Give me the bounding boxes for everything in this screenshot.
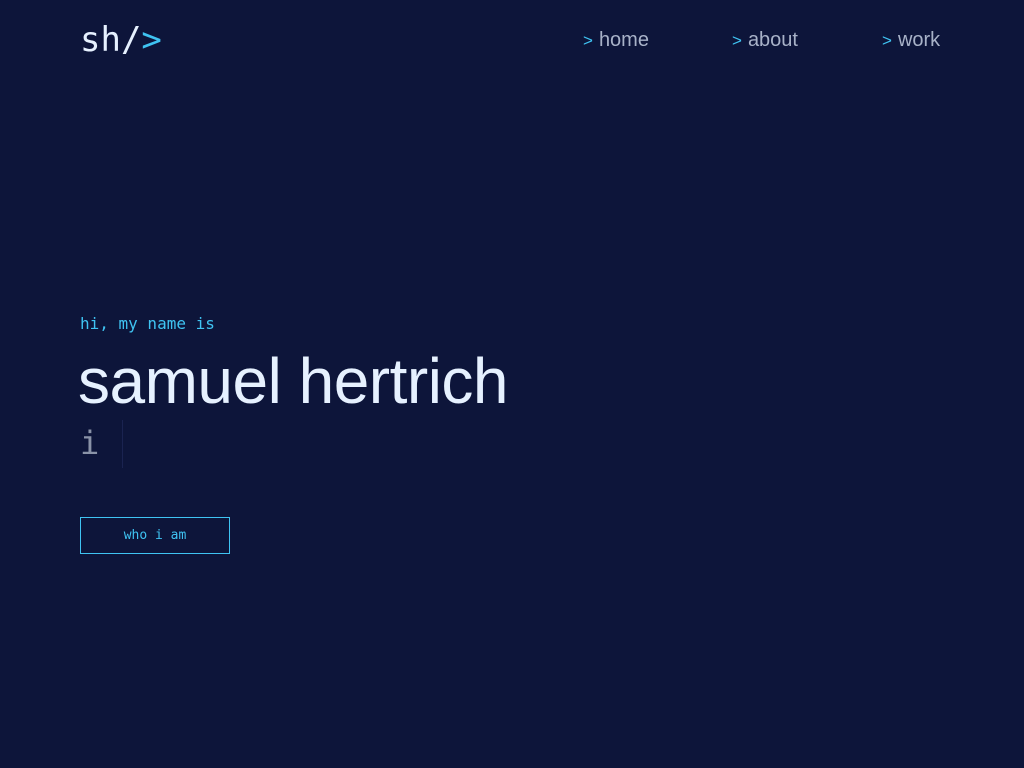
prompt-icon: > bbox=[583, 31, 593, 50]
main-nav: > home > about > work bbox=[0, 26, 1024, 54]
prompt-icon: > bbox=[882, 31, 892, 50]
prompt-icon: > bbox=[732, 31, 742, 50]
typed-text: i bbox=[80, 424, 100, 462]
typing-cursor bbox=[122, 420, 123, 468]
who-i-am-button[interactable]: who i am bbox=[80, 517, 230, 554]
nav-item-label: about bbox=[747, 29, 798, 51]
hero-name: samuel hertrich bbox=[78, 345, 509, 417]
nav-item-work[interactable]: > work bbox=[882, 26, 940, 54]
nav-item-home[interactable]: > home bbox=[583, 26, 649, 54]
nav-item-about[interactable]: > about bbox=[732, 26, 798, 54]
intro-text: hi, my name is bbox=[80, 314, 215, 333]
nav-item-label: work bbox=[897, 29, 941, 51]
nav-item-label: home bbox=[598, 29, 649, 51]
